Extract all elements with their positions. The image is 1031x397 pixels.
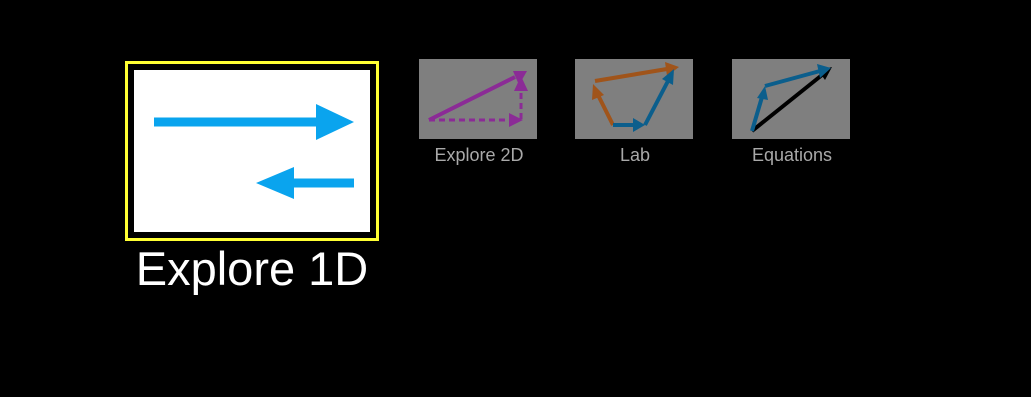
explore-1d-icon <box>134 70 370 232</box>
screen-button-explore-2d[interactable]: Explore 2D <box>419 59 539 169</box>
lab-icon <box>575 59 693 139</box>
selected-highlight-frame <box>125 61 379 241</box>
equations-icon <box>732 59 850 139</box>
screen-label-explore-2d: Explore 2D <box>434 145 524 165</box>
screen-label-lab: Lab <box>619 145 651 165</box>
screen-button-equations[interactable]: Equations <box>732 59 852 169</box>
screen-label-equations: Equations <box>751 145 833 165</box>
screen-label-explore-1d: Explore 1D <box>135 242 369 295</box>
screen-button-explore-1d[interactable]: Explore 1D <box>125 61 379 295</box>
explore-2d-icon <box>419 59 537 139</box>
home-screen: Explore 1D Explore 2D Lab Equations <box>0 0 1031 397</box>
screen-button-lab[interactable]: Lab <box>575 59 695 169</box>
